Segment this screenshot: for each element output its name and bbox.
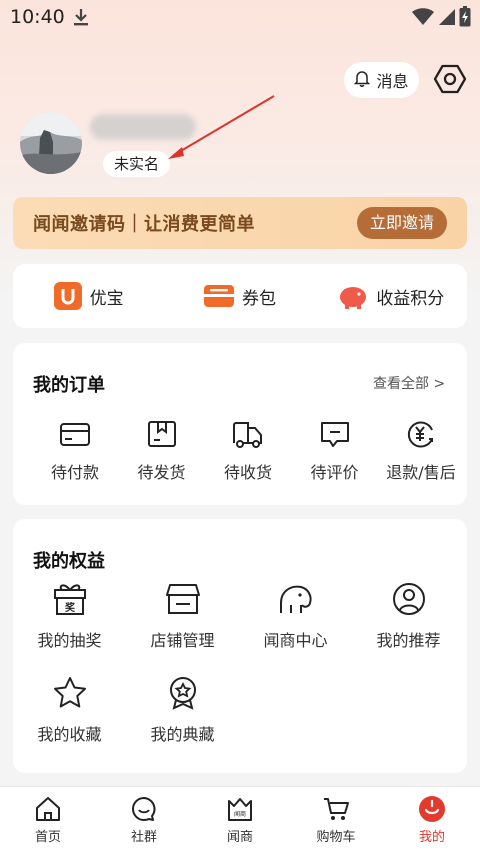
tab-wenshang[interactable]: 闻商 闻商: [192, 787, 288, 853]
invite-banner[interactable]: 闻闻邀请码｜让消费更简单 立即邀请: [13, 197, 467, 249]
bottom-tab-bar: 首页 社群 闻商 闻商 购物车 我的: [0, 786, 480, 853]
orders-card: 我的订单 查看全部 > 待付款 待发货 待收货 待评价 退款/售后: [13, 343, 467, 505]
order-label: 退款/售后: [386, 463, 456, 482]
medal-icon: [169, 677, 196, 710]
invite-banner-text: 闻闻邀请码｜让消费更简单: [33, 214, 255, 235]
rights-label: 我的推荐: [376, 631, 441, 650]
quick-link-label: 收益积分: [376, 288, 445, 309]
quick-link-label: 券包: [241, 288, 276, 309]
quick-link-coupon[interactable]: 券包: [164, 283, 315, 309]
status-bar: 10:40: [0, 0, 480, 34]
settings-icon: [433, 64, 467, 94]
rights-label: 店铺管理: [150, 631, 215, 650]
tab-cart[interactable]: 购物车: [288, 787, 384, 853]
comment-icon: [320, 422, 349, 447]
settings-button[interactable]: [433, 62, 467, 96]
youbao-icon: [53, 282, 82, 310]
rights-card: 我的权益 奖 我的抽奖 店铺管理 闻商中心 我的推荐 我的收藏 我的典藏: [13, 519, 467, 773]
tab-profile[interactable]: 我的: [384, 787, 480, 853]
quick-link-earnings[interactable]: 收益积分: [316, 283, 467, 309]
wenshang-badge: 闻商: [234, 810, 246, 818]
battery-icon: [459, 6, 471, 31]
bell-icon: [354, 70, 371, 91]
home-icon: [36, 797, 60, 821]
lottery-badge: 奖: [65, 601, 76, 614]
order-pending-review[interactable]: 待评价: [293, 419, 377, 483]
tab-home[interactable]: 首页: [0, 787, 96, 853]
community-icon: [132, 797, 156, 821]
profile-icon: [419, 796, 445, 822]
order-refund[interactable]: 退款/售后: [379, 419, 463, 483]
quick-link-label: 优宝: [89, 288, 124, 309]
status-time: 10:40: [10, 6, 65, 28]
quick-links-card: 优宝 券包 收益积分: [13, 264, 467, 328]
avatar[interactable]: [20, 112, 82, 174]
rights-label: 我的典藏: [150, 725, 215, 744]
download-icon: [72, 7, 90, 31]
order-label: 待发货: [137, 463, 186, 482]
message-label: 消息: [376, 72, 409, 91]
order-label: 待收货: [223, 463, 272, 482]
wenshang-icon: 闻商: [228, 798, 252, 821]
wallet-icon: [60, 423, 90, 446]
message-button[interactable]: 消息: [344, 62, 419, 98]
annotation-arrow: [168, 95, 275, 159]
tab-label: 购物车: [316, 830, 356, 845]
rights-collection[interactable]: 我的典藏: [126, 675, 239, 745]
star-icon: [53, 677, 86, 708]
tab-label: 首页: [34, 830, 61, 845]
quick-link-youbao[interactable]: 优宝: [13, 282, 164, 310]
rights-referral[interactable]: 我的推荐: [352, 581, 465, 651]
order-label: 待评价: [310, 463, 359, 482]
rights-store-management[interactable]: 店铺管理: [126, 581, 239, 651]
tab-community[interactable]: 社群: [96, 787, 192, 853]
store-icon: [165, 584, 200, 614]
tab-label: 我的: [418, 830, 445, 845]
rights-lottery[interactable]: 奖 我的抽奖: [13, 581, 126, 651]
tab-label: 闻商: [226, 830, 253, 845]
box-icon: [147, 421, 176, 447]
orders-title: 我的订单: [33, 375, 105, 396]
rights-label: 我的抽奖: [37, 631, 102, 650]
invite-now-button[interactable]: 立即邀请: [357, 207, 447, 239]
rights-merchant-center[interactable]: 闻商中心: [239, 581, 352, 651]
truck-icon: [233, 422, 262, 448]
cellular-icon: [438, 8, 456, 30]
gift-icon: 奖: [53, 584, 86, 615]
cart-icon: [324, 798, 349, 820]
refund-icon: [407, 421, 433, 448]
order-pending-shipment[interactable]: 待发货: [120, 419, 204, 483]
elephant-icon: [279, 585, 312, 613]
order-pending-payment[interactable]: 待付款: [33, 419, 117, 483]
order-pending-receipt[interactable]: 待收货: [206, 419, 290, 483]
user-circle-icon: [392, 583, 425, 615]
rights-label: 我的收藏: [37, 725, 102, 744]
tab-label: 社群: [130, 830, 157, 845]
rights-favorites[interactable]: 我的收藏: [13, 675, 126, 745]
coupon-icon: [203, 285, 234, 307]
piggy-bank-icon: [340, 287, 367, 309]
rights-title: 我的权益: [33, 551, 105, 572]
rights-label: 闻商中心: [263, 631, 328, 650]
wifi-icon: [412, 8, 434, 30]
order-label: 待付款: [50, 463, 99, 482]
see-all-orders-link[interactable]: 查看全部 >: [373, 373, 445, 393]
